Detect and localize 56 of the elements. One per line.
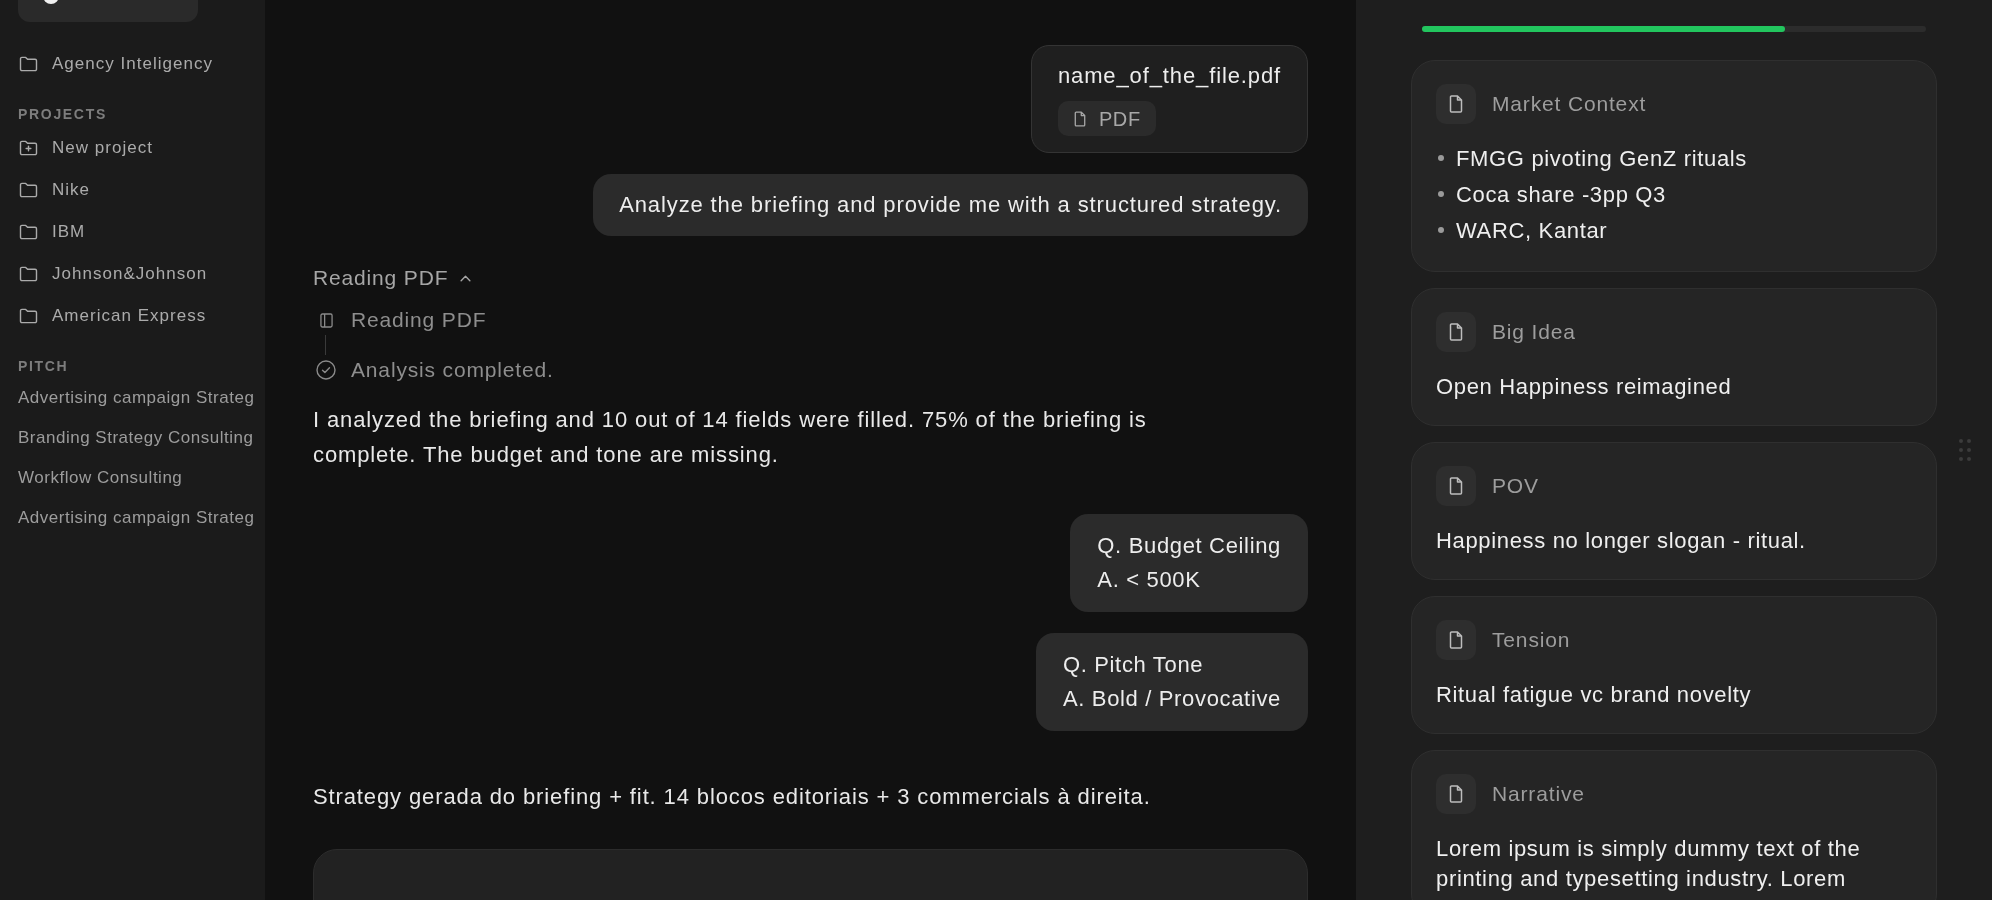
card-title: Market Context xyxy=(1492,91,1647,118)
folder-plus-icon xyxy=(19,140,38,156)
bullet-icon xyxy=(1438,191,1444,197)
question-text: Q. Pitch Tone xyxy=(1062,651,1204,679)
user-message: Analyze the briefing and provide me with a structured strategy. xyxy=(593,174,1308,236)
folder-icon xyxy=(19,308,38,324)
file-type-label: PDF xyxy=(1098,106,1141,132)
sidebar-item[interactable]: Branding Strategy Consulting xyxy=(18,418,254,458)
folder-icon xyxy=(19,266,38,282)
card-text: Ritual fatigue vc brand novelty xyxy=(1436,681,1753,709)
assistant-message: I analyzed the briefing and 10 out of 14 fields were filled. 75% of the briefing is complete. The budget and tone are missing. xyxy=(313,406,1148,469)
sidebar-item[interactable]: American Express xyxy=(18,295,207,337)
bullet-text: WARC, Kantar xyxy=(1456,216,1608,245)
question-text: Q. Budget Ceiling xyxy=(1097,532,1281,560)
folder-icon xyxy=(19,56,38,72)
card-title: Tension xyxy=(1492,627,1571,654)
file-icon xyxy=(1436,466,1476,506)
card-text: Lorem ipsum is simply dummy text of the printing and typesetting industry. Lorem xyxy=(1436,835,1862,893)
section-heading: PROJECTS xyxy=(18,105,107,124)
sidebar-item[interactable]: Johnson&Johnson xyxy=(18,253,208,295)
sidebar-item[interactable]: IBM xyxy=(18,211,86,253)
assistant-message: Strategy gerada do briefing + fit. 14 blocos editoriais + 3 commercials à direita. xyxy=(313,783,1152,811)
sidebar-item[interactable]: Nike xyxy=(18,169,91,211)
check-circle-icon xyxy=(316,360,336,380)
folder-icon xyxy=(19,182,38,198)
sidebar-item[interactable]: New project xyxy=(18,127,153,169)
sidebar-item[interactable]: Advertising campaign Strateg xyxy=(18,378,255,418)
card-text: Open Happiness reimagined xyxy=(1436,373,1733,401)
step-label: Reading PDF xyxy=(351,307,487,334)
file-icon xyxy=(1436,774,1476,814)
bullet-icon xyxy=(1438,155,1444,161)
sidebar-item[interactable]: Advertising campaign Strateg xyxy=(18,498,255,538)
file-icon xyxy=(1436,84,1476,124)
sidebar-item[interactable]: Workflow Consulting xyxy=(18,458,183,498)
card-text: Happiness no longer slogan - ritual. xyxy=(1436,527,1807,555)
card-title: POV xyxy=(1492,473,1539,500)
section-heading: PITCH xyxy=(18,357,69,376)
chevron-up-icon xyxy=(460,274,472,282)
file-icon xyxy=(1436,620,1476,660)
file-icon xyxy=(1073,110,1086,127)
book-icon xyxy=(319,312,333,328)
grip-icon[interactable] xyxy=(1958,439,1971,461)
sidebar-item[interactable]: Agency Inteligency xyxy=(18,43,214,85)
folder-icon xyxy=(19,224,38,240)
card-title: Big Idea xyxy=(1492,319,1576,346)
answer-text: A. Bold / Provocative xyxy=(1062,685,1281,713)
bullet-text: FMGG pivoting GenZ rituals xyxy=(1456,144,1748,173)
answer-text: A. < 500K xyxy=(1097,566,1201,594)
step-label: Analysis completed. xyxy=(351,357,554,384)
card-title: Narrative xyxy=(1492,781,1585,808)
steps-toggle[interactable]: Reading PDF xyxy=(313,263,472,293)
file-icon xyxy=(1436,312,1476,352)
bullet-icon xyxy=(1438,227,1444,233)
file-name: name_of_the_file.pdf xyxy=(1057,62,1281,90)
bullet-text: Coca share -3pp Q3 xyxy=(1456,180,1666,209)
sidebar-button[interactable] xyxy=(18,0,198,22)
